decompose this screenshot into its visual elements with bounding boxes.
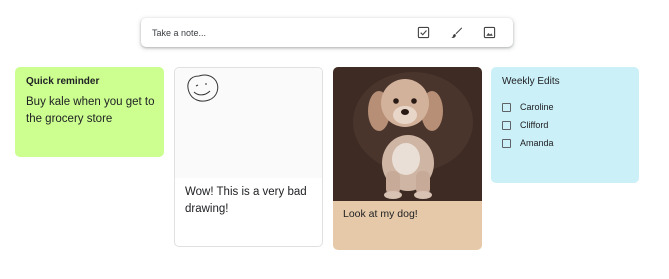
checkbox[interactable] (502, 120, 511, 130)
checklist-item-label: Clifford (520, 120, 549, 130)
drawing-canvas[interactable] (175, 68, 322, 178)
checkbox[interactable] (502, 138, 511, 148)
note-card-quick-reminder[interactable]: Quick reminder Buy kale when you get to … (15, 67, 164, 157)
checklist-item[interactable]: Amanda (502, 138, 554, 148)
smiley-face-drawing-icon (187, 74, 219, 102)
checklist-item[interactable]: Clifford (502, 120, 548, 130)
checklist-item[interactable]: Caroline (502, 102, 554, 112)
puppy-photo-icon (333, 67, 482, 201)
new-list-icon (417, 26, 430, 39)
checkbox[interactable] (502, 102, 511, 112)
note-title: Weekly Edits (502, 76, 560, 87)
checklist-item-label: Caroline (520, 102, 554, 112)
note-title: Quick reminder (26, 76, 100, 87)
take-note-input[interactable] (152, 25, 382, 40)
note-body: Wow! This is a very bad drawing! (185, 186, 307, 215)
new-image-button[interactable] (481, 24, 498, 41)
note-body: Look at my dog! (343, 208, 418, 220)
note-card-dog[interactable]: Look at my dog! (333, 67, 482, 250)
new-drawing-icon (451, 27, 463, 38)
take-note-bar[interactable] (141, 18, 513, 47)
new-image-icon (483, 26, 496, 39)
note-card-drawing[interactable]: Wow! This is a very bad drawing! (174, 67, 323, 247)
new-list-button[interactable] (415, 24, 432, 41)
new-drawing-button[interactable] (448, 24, 465, 41)
checklist-item-label: Amanda (520, 138, 554, 148)
note-body: Buy kale when you get to the grocery sto… (26, 96, 155, 125)
note-card-weekly-edits[interactable]: Weekly Edits Caroline Clifford Amanda (491, 67, 639, 183)
